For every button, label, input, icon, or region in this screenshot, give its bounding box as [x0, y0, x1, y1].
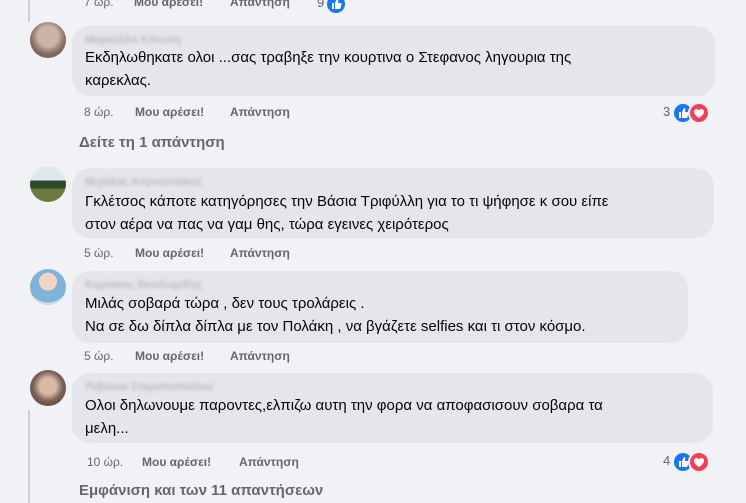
- reply-button[interactable]: Απάντηση: [230, 0, 290, 9]
- comment-text-line: καρεκλας.: [85, 72, 152, 89]
- comment-bubble: Μαρκέλλα Κλίωση Εκδηλωθηκατε ολοι ...σας…: [72, 26, 715, 96]
- love-icon: [688, 451, 710, 473]
- like-button[interactable]: Μου αρέσει!: [134, 0, 203, 9]
- comment-text-line: μελη...: [85, 420, 129, 437]
- comment-text-line: στον αέρα να πας να γαμ θης, τώρα εγεινε…: [85, 216, 449, 233]
- comment-author[interactable]: Ρεβέκκα Σταματοπούλου: [85, 381, 214, 393]
- like-button[interactable]: Μου αρέσει!: [142, 455, 211, 469]
- thread-line: [28, 410, 30, 503]
- reply-button[interactable]: Απάντηση: [230, 105, 290, 119]
- love-icon: [688, 102, 710, 124]
- reply-button[interactable]: Απάντηση: [230, 349, 290, 363]
- avatar[interactable]: [30, 269, 66, 305]
- like-button[interactable]: Μου αρέσει!: [135, 246, 204, 260]
- comment-time[interactable]: 7 ώρ.: [84, 0, 114, 9]
- comment-text-line: Να σε δω δίπλα δίπλα με τον Πολάκη , να …: [85, 318, 586, 335]
- comment-text-line: Εκδηλωθηκατε ολοι ...σας τραβηξε την κου…: [85, 49, 572, 66]
- comment-time[interactable]: 8 ώρ.: [84, 105, 114, 119]
- comment-text-line: Μιλάς σοβαρά τώρα , δεν τους τρολάρεις .: [85, 295, 365, 312]
- comment-author[interactable]: Μιχάλης Αυγουστάκης: [85, 176, 202, 188]
- reaction-count: 4: [663, 453, 671, 468]
- like-button[interactable]: Μου αρέσει!: [135, 105, 204, 119]
- comment-author[interactable]: Μαρκέλλα Κλίωση: [85, 34, 181, 46]
- reaction-count: 9: [317, 0, 325, 10]
- like-button[interactable]: Μου αρέσει!: [135, 349, 204, 363]
- comment-time[interactable]: 10 ώρ.: [87, 455, 123, 469]
- comment-text-line: Ολοι δηλωνουμε παροντες,ελπιζω αυτη την …: [85, 397, 603, 414]
- comment-text-line: Γκλέτσος κάποτε κατηγόρησες την Βάσια Τρ…: [85, 193, 609, 210]
- reply-button[interactable]: Απάντηση: [230, 246, 290, 260]
- thread-line: [28, 0, 30, 22]
- comment-bubble: Ρεβέκκα Σταματοπούλου Ολοι δηλωνουμε παρ…: [72, 373, 713, 443]
- avatar[interactable]: [30, 166, 66, 202]
- avatar[interactable]: [30, 22, 66, 58]
- reaction-count: 3: [663, 104, 671, 119]
- comment-author[interactable]: Κυριάκος Θεοδωρίδης: [85, 279, 203, 291]
- reply-button[interactable]: Απάντηση: [239, 455, 299, 469]
- view-replies-link[interactable]: Δείτε τη 1 απάντηση: [79, 134, 225, 151]
- like-icon: [325, 0, 347, 15]
- comment-bubble: Μιχάλης Αυγουστάκης Γκλέτσος κάποτε κατη…: [72, 168, 714, 238]
- comment-time[interactable]: 5 ώρ.: [84, 349, 114, 363]
- comment-time[interactable]: 5 ώρ.: [84, 246, 114, 260]
- avatar[interactable]: [30, 370, 66, 406]
- view-all-replies-link[interactable]: Εμφάνιση και των 11 απαντήσεων: [79, 482, 323, 499]
- comment-bubble: Κυριάκος Θεοδωρίδης Μιλάς σοβαρά τώρα , …: [72, 271, 688, 343]
